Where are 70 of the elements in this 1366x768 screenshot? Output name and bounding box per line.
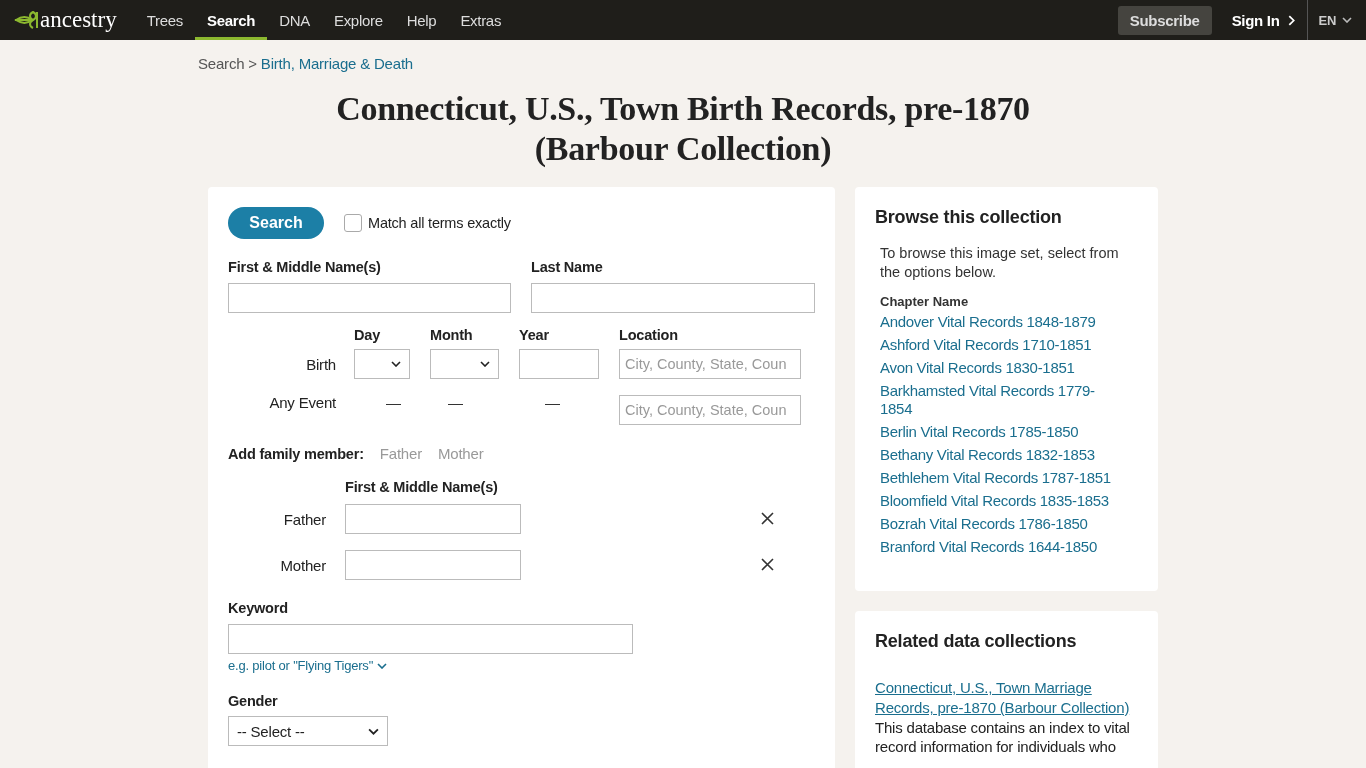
close-icon[interactable] <box>761 557 774 571</box>
column-header: Year <box>519 327 550 345</box>
chapter-link[interactable]: Bethany Vital Records 1832-1853 <box>880 446 1116 464</box>
name-field[interactable] <box>345 504 521 534</box>
column-header: Chapter Name <box>880 294 970 309</box>
leaf-logo-icon <box>12 10 38 30</box>
column-header: Month <box>430 327 474 345</box>
description-text: This database contains an index to vital record information for individuals who <box>875 718 1131 756</box>
first-name-field[interactable] <box>228 283 511 313</box>
page-title: Connecticut, U.S., Town Birth Records, pre-1870 (Barbour Collection) <box>335 89 1031 169</box>
collection-link[interactable]: Connecticut, U.S., Town Marriage Records, pre-1870 (Barbour Collection) <box>875 678 1137 718</box>
hint-link[interactable]: e.g. pilot or "Flying Tigers" <box>228 658 815 673</box>
close-icon[interactable] <box>761 511 774 525</box>
nav-tab[interactable]: Trees <box>134 0 195 40</box>
field-label: Keyword <box>228 600 289 616</box>
chapter-link[interactable]: Bozrah Vital Records 1786-1850 <box>880 515 1116 533</box>
gender-select[interactable]: -- Select -- <box>228 716 388 746</box>
location-field[interactable]: City, County, State, Coun <box>619 349 801 379</box>
card-title: Browse this collection <box>875 207 1063 228</box>
ancestry-logo[interactable]: ancestry <box>40 7 117 33</box>
column-header: Day <box>354 327 381 345</box>
name-field[interactable] <box>345 550 521 580</box>
chapter-link[interactable]: Barkhamsted Vital Records 1779-1854 <box>880 382 1116 418</box>
chapter-link[interactable]: Bethlehem Vital Records 1787-1851 <box>880 469 1116 487</box>
chapter-link[interactable]: Berlin Vital Records 1785-1850 <box>880 423 1116 441</box>
nav-tab[interactable]: Search <box>194 0 268 40</box>
family-label: Mother <box>279 556 327 574</box>
month-select[interactable] <box>430 349 499 379</box>
event-label: Birth <box>305 355 337 373</box>
chapter-link[interactable]: Ashford Vital Records 1710-1851 <box>880 336 1116 354</box>
language-selector[interactable]: EN <box>1306 0 1366 40</box>
nav-tab[interactable]: Extras <box>448 0 514 40</box>
family-label: Father <box>282 510 327 528</box>
day-select[interactable] <box>354 349 410 379</box>
nav-tab[interactable]: DNA <box>267 0 322 40</box>
intro-text: To browse this image set, select from the options below. <box>880 244 1120 282</box>
nav-tab[interactable]: Explore <box>321 0 395 40</box>
keyword-field[interactable] <box>228 624 633 654</box>
chevron-down-icon <box>377 662 388 669</box>
column-header: Location <box>619 327 679 345</box>
chapter-link[interactable]: Branford Vital Records 1644-1850 <box>880 538 1116 556</box>
subscribe-button[interactable]: Subscribe <box>1117 5 1212 35</box>
year-field[interactable] <box>519 349 599 379</box>
chevron-down-icon <box>1342 17 1352 23</box>
chevron-down-icon <box>368 727 379 735</box>
last-name-field[interactable] <box>531 283 815 313</box>
breadcrumb-text: Search > <box>198 55 257 72</box>
sign-in-link[interactable]: Sign In <box>1219 0 1307 40</box>
nav-tab[interactable]: Help <box>394 0 449 40</box>
dash-text: — <box>448 393 463 411</box>
chevron-right-icon <box>1287 14 1295 26</box>
chevron-down-icon <box>391 361 401 367</box>
column-header: First & Middle Name(s) <box>345 479 499 495</box>
field-label: First & Middle Name(s) <box>228 259 382 275</box>
add-family-label: Add family member: <box>228 445 364 462</box>
field-label: Gender <box>228 693 279 709</box>
card-title: Related data collections <box>875 631 1078 652</box>
chevron-down-icon <box>480 361 490 367</box>
field-label: Last Name <box>531 259 604 275</box>
chapter-link[interactable]: Bloomfield Vital Records 1835-1853 <box>880 492 1116 510</box>
chapter-link[interactable]: Avon Vital Records 1830-1851 <box>880 359 1116 377</box>
dash-text: — <box>386 393 401 411</box>
checkbox-label: Match all terms exactly <box>368 215 511 231</box>
chapter-link[interactable]: Andover Vital Records 1848-1879 <box>880 313 1116 331</box>
event-label: Any Event <box>268 393 337 411</box>
dash-text: — <box>545 393 560 411</box>
location-field[interactable]: City, County, State, Coun <box>619 395 801 425</box>
breadcrumb-link[interactable]: Birth, Marriage & Death <box>260 55 413 72</box>
checkbox[interactable] <box>344 214 362 232</box>
search-button[interactable]: Search <box>228 207 324 239</box>
